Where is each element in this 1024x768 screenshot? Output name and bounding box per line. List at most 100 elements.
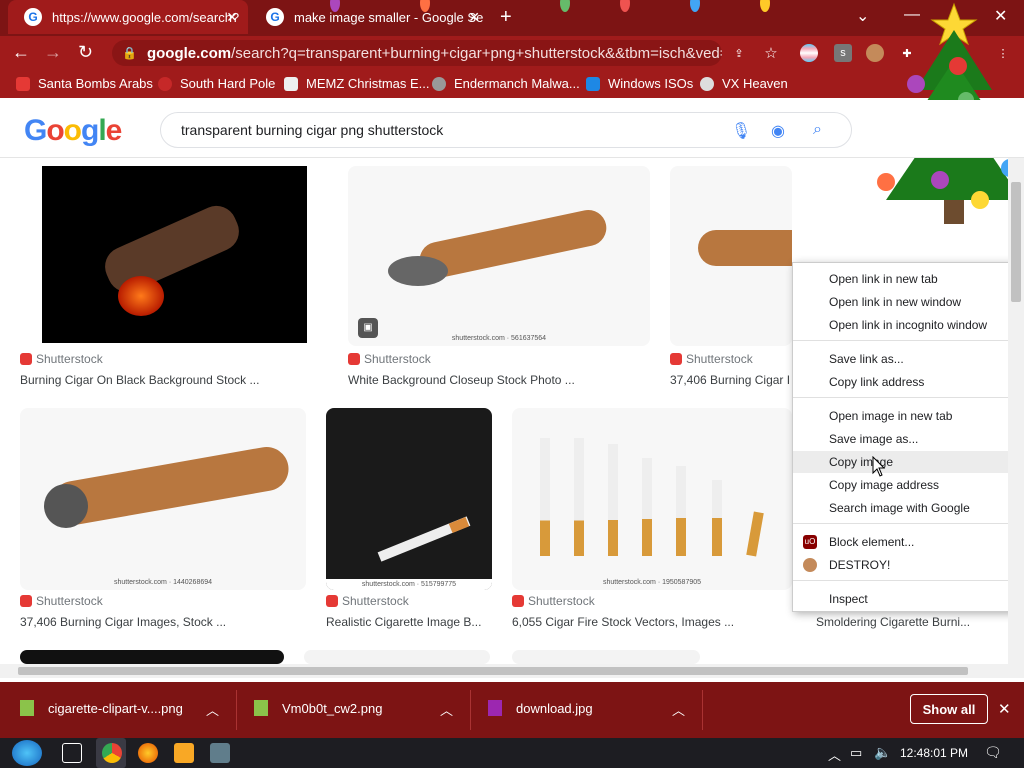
download-options-chevron-icon[interactable]: ︿ bbox=[206, 700, 219, 719]
result-title[interactable]: 37,406 Burning Cigar I bbox=[670, 373, 790, 387]
download-item-3[interactable]: download.jpg bbox=[488, 700, 593, 716]
menu-item-copy-image[interactable]: Copy image bbox=[793, 451, 1023, 473]
menu-item-copy-link-address[interactable]: Copy link address bbox=[793, 371, 1023, 393]
search-icon[interactable]: ⌕ bbox=[813, 121, 822, 139]
back-icon[interactable]: ← bbox=[12, 42, 30, 63]
shutterstock-icon bbox=[348, 353, 360, 365]
lens-camera-icon[interactable]: ◉ bbox=[771, 121, 785, 141]
download-item-2[interactable]: Vm0b0t_cw2.png bbox=[254, 700, 382, 716]
google-logo[interactable]: Google bbox=[24, 114, 122, 148]
start-button-icon[interactable] bbox=[12, 740, 42, 766]
scroll-thumb[interactable] bbox=[1011, 182, 1021, 302]
result-image-3[interactable] bbox=[670, 166, 792, 346]
bookmark-windows-isos[interactable]: Windows ISOs bbox=[586, 76, 693, 91]
tab-make-image-smaller[interactable]: G make image smaller - Google Se ✕ bbox=[250, 0, 490, 34]
download-item-1[interactable]: cigarette-clipart-v....png bbox=[20, 700, 183, 716]
menu-item-search-image-google[interactable]: Search image with Google bbox=[793, 497, 1023, 519]
result-image-5[interactable]: shutterstock.com · 515799775 bbox=[326, 408, 492, 590]
vertical-scrollbar[interactable] bbox=[1008, 158, 1024, 678]
chrome-icon[interactable] bbox=[102, 743, 122, 763]
google-icon: G bbox=[266, 8, 284, 26]
mouse-cursor-icon bbox=[872, 456, 886, 477]
volume-icon[interactable]: 🔈 bbox=[874, 744, 891, 761]
lock-icon: 🔒 bbox=[122, 46, 137, 60]
google-icon: G bbox=[24, 8, 42, 26]
virus-icon bbox=[158, 76, 172, 91]
result-title[interactable]: Smoldering Cigarette Burni... bbox=[816, 615, 986, 629]
result-source[interactable]: Shutterstock bbox=[512, 594, 595, 608]
image-file-icon bbox=[20, 700, 34, 716]
result-title[interactable]: 6,055 Cigar Fire Stock Vectors, Images .… bbox=[512, 615, 792, 629]
menu-item-destroy[interactable]: DESTROY! bbox=[793, 554, 1023, 576]
menu-item-inspect[interactable]: Inspect bbox=[793, 588, 1023, 610]
result-title[interactable]: 37,406 Burning Cigar Images, Stock ... bbox=[20, 615, 306, 629]
menu-separator bbox=[793, 340, 1023, 341]
close-tab-icon[interactable]: ✕ bbox=[226, 9, 238, 26]
new-tab-button[interactable]: + bbox=[500, 6, 512, 29]
tray-chevron-icon[interactable]: ︿ bbox=[828, 745, 841, 764]
result-source[interactable]: Shutterstock bbox=[326, 594, 409, 608]
microphone-icon[interactable]: 🎙 bbox=[731, 121, 751, 141]
result-title[interactable]: White Background Closeup Stock Photo ... bbox=[348, 373, 648, 387]
bookmark-endermanch-malware[interactable]: Endermanch Malwa... bbox=[432, 76, 580, 91]
forward-icon[interactable]: → bbox=[44, 42, 62, 63]
show-all-downloads-button[interactable]: Show all bbox=[910, 694, 988, 724]
menu-item-open-link-new-window[interactable]: Open link in new window bbox=[793, 291, 1023, 313]
paint-icon[interactable] bbox=[210, 743, 230, 763]
search-query: transparent burning cigar png shuttersto… bbox=[181, 122, 444, 138]
result-title[interactable]: Realistic Cigarette Image B... bbox=[326, 615, 496, 629]
menu-item-open-image-new-tab[interactable]: Open image in new tab bbox=[793, 405, 1023, 427]
menu-item-open-link-incognito[interactable]: Open link in incognito window bbox=[793, 314, 1023, 336]
bookmark-label: Windows ISOs bbox=[608, 76, 694, 91]
bookmark-star-icon[interactable]: ☆ bbox=[762, 44, 780, 62]
result-source[interactable]: Shutterstock bbox=[20, 352, 103, 366]
tab-google-search[interactable]: G https://www.google.com/search? ✕ bbox=[8, 0, 248, 34]
result-image-4[interactable]: shutterstock.com · 1440268694 bbox=[20, 408, 306, 590]
download-options-chevron-icon[interactable]: ︿ bbox=[672, 700, 685, 719]
result-title[interactable]: Burning Cigar On Black Background Stock … bbox=[20, 373, 320, 387]
menu-item-block-element[interactable]: Block element... bbox=[793, 531, 1023, 553]
result-image-9[interactable] bbox=[512, 650, 700, 664]
result-image-8[interactable] bbox=[304, 650, 490, 664]
file-explorer-icon[interactable] bbox=[174, 743, 194, 763]
bookmark-vx-heaven[interactable]: VX Heaven bbox=[700, 76, 788, 91]
raccoon-icon bbox=[432, 76, 446, 91]
close-downloads-icon[interactable]: ✕ bbox=[998, 700, 1011, 718]
scroll-thumb[interactable] bbox=[18, 667, 968, 675]
download-separator bbox=[236, 690, 237, 730]
result-image-6[interactable]: shutterstock.com · 1950587905 bbox=[512, 408, 792, 590]
tab-label: https://www.google.com/search? bbox=[52, 9, 240, 25]
menu-item-copy-image-address[interactable]: Copy image address bbox=[793, 474, 1023, 496]
download-separator bbox=[470, 690, 471, 730]
close-tab-icon[interactable]: ✕ bbox=[468, 9, 480, 26]
download-options-chevron-icon[interactable]: ︿ bbox=[440, 700, 453, 719]
menu-separator bbox=[793, 523, 1023, 524]
horizontal-scrollbar[interactable] bbox=[0, 664, 1008, 678]
task-view-icon[interactable] bbox=[62, 743, 82, 763]
firefox-icon[interactable] bbox=[138, 743, 158, 763]
bookmark-south-hard-pole[interactable]: South Hard Pole bbox=[158, 76, 275, 91]
download-filename: Vm0b0t_cw2.png bbox=[282, 700, 383, 716]
reload-icon[interactable]: ↻ bbox=[78, 42, 93, 63]
result-source[interactable]: Shutterstock bbox=[20, 594, 103, 608]
notifications-icon[interactable]: 🗨 bbox=[984, 744, 1002, 761]
extension-s-icon[interactable]: s bbox=[834, 44, 852, 62]
result-image-2[interactable]: ▣ shutterstock.com · 561637564 bbox=[348, 166, 650, 346]
bookmark-memz-christmas[interactable]: MEMZ Christmas E... bbox=[284, 76, 430, 91]
image-watermark: shutterstock.com · 1950587905 bbox=[602, 579, 702, 586]
result-image-1[interactable] bbox=[20, 166, 328, 346]
result-source[interactable]: Shutterstock bbox=[348, 352, 431, 366]
bookmark-santa-bombs-arabs[interactable]: Santa Bombs Arabs bbox=[16, 76, 153, 91]
result-image-7[interactable] bbox=[20, 650, 284, 664]
network-icon[interactable]: ▭ bbox=[850, 745, 862, 761]
search-input[interactable]: transparent burning cigar png shuttersto… bbox=[160, 112, 852, 148]
menu-item-save-link-as[interactable]: Save link as... bbox=[793, 348, 1023, 370]
clock[interactable]: 12:48:01 PM bbox=[900, 746, 968, 760]
menu-item-open-link-new-tab[interactable]: Open link in new tab bbox=[793, 268, 1023, 290]
menu-item-save-image-as[interactable]: Save image as... bbox=[793, 428, 1023, 450]
address-bar[interactable]: 🔒 google.com /search?q=transparent+burni… bbox=[112, 40, 722, 66]
extension-flag-icon[interactable] bbox=[800, 44, 818, 62]
share-icon[interactable]: ⇪ bbox=[730, 44, 748, 62]
menu-separator bbox=[793, 580, 1023, 581]
result-source[interactable]: Shutterstock bbox=[670, 352, 753, 366]
